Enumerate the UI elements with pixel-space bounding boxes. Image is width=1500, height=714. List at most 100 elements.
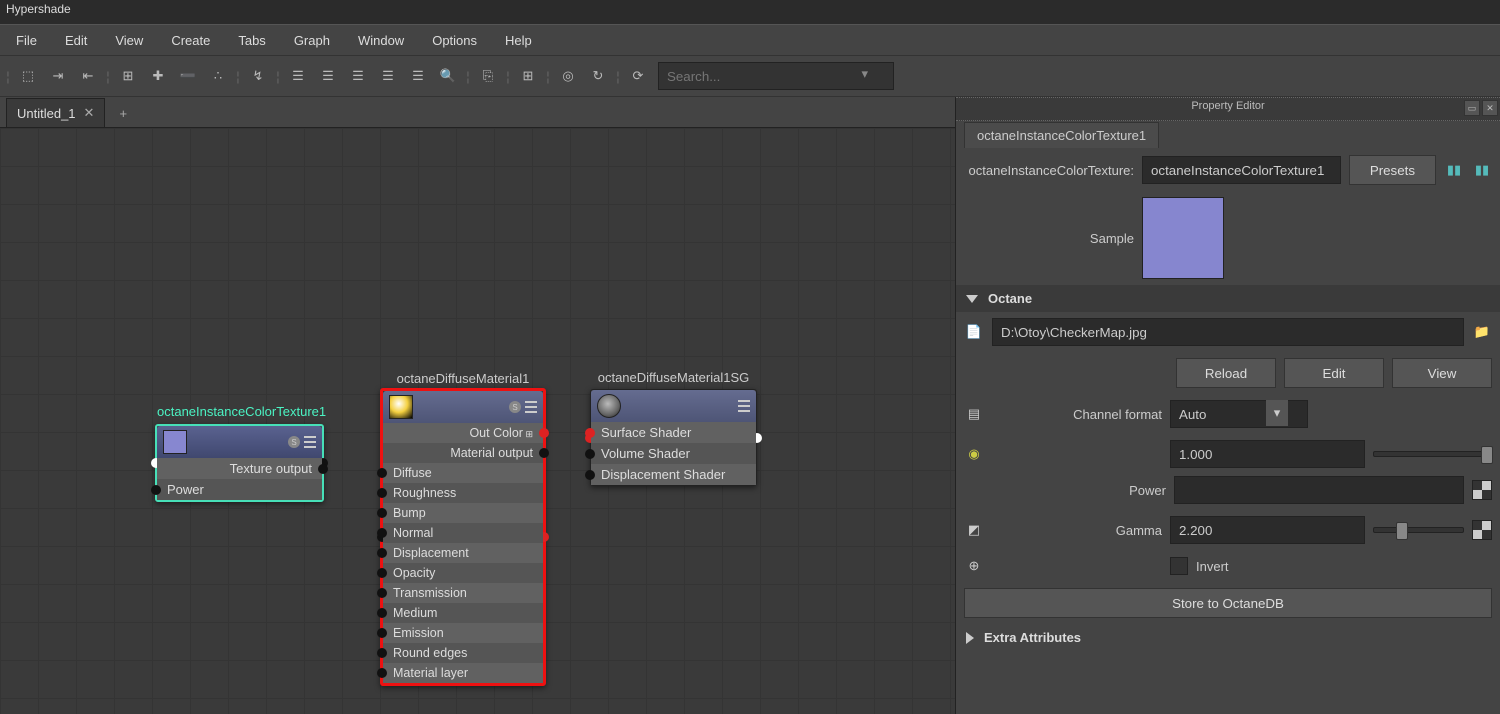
port[interactable] <box>585 428 595 438</box>
port[interactable] <box>377 568 387 578</box>
dropdown-icon[interactable]: ▾ <box>861 66 868 82</box>
gamma-icon[interactable]: ◩ <box>964 520 984 540</box>
port[interactable] <box>377 648 387 658</box>
menu-options[interactable]: Options <box>418 27 491 54</box>
search-input[interactable] <box>658 62 894 90</box>
tool-frame-out-icon[interactable]: ⇤ <box>74 62 102 90</box>
port[interactable] <box>377 548 387 558</box>
tool-layout5-icon[interactable]: ☰ <box>404 62 432 90</box>
port[interactable] <box>318 464 328 474</box>
channel-icon[interactable]: ▤ <box>964 404 984 424</box>
menu-tabs[interactable]: Tabs <box>224 27 279 54</box>
key-icon[interactable]: ◉ <box>964 444 984 464</box>
section-extra[interactable]: Extra Attributes <box>956 624 1500 651</box>
node-row[interactable]: Power <box>157 479 322 500</box>
node-row[interactable]: Roughness <box>383 483 543 503</box>
tool-frame-icon[interactable]: ⬚ <box>14 62 42 90</box>
chevron-down-icon[interactable]: ▾ <box>1266 400 1288 426</box>
gamma-slider[interactable] <box>1373 527 1464 533</box>
invert-icon[interactable]: ⊕ <box>964 556 984 576</box>
port[interactable] <box>377 588 387 598</box>
port[interactable] <box>377 668 387 678</box>
node-diffuse-material[interactable]: octaneDiffuseMaterial1 S Out Color ⊞ Mat… <box>380 388 546 686</box>
tool-sync-icon[interactable]: ⟳ <box>624 62 652 90</box>
file-icon[interactable]: 📄 <box>964 322 984 342</box>
node-row[interactable]: Texture output <box>157 458 322 479</box>
node-row[interactable]: Displacement <box>383 543 543 563</box>
node-row[interactable]: Transmission <box>383 583 543 603</box>
close-icon[interactable]: ✕ <box>1482 100 1498 116</box>
solo-icon[interactable]: S <box>509 401 521 413</box>
tool-layout4-icon[interactable]: ☰ <box>374 62 402 90</box>
sample-swatch[interactable] <box>1142 197 1224 279</box>
invert-checkbox[interactable] <box>1170 557 1188 575</box>
view-button[interactable]: View <box>1392 358 1492 388</box>
undock-icon[interactable]: ▭ <box>1464 100 1480 116</box>
presets-button[interactable]: Presets <box>1349 155 1436 185</box>
property-tab[interactable]: octaneInstanceColorTexture1 <box>964 122 1159 148</box>
menu-window[interactable]: Window <box>344 27 418 54</box>
node-row[interactable]: Opacity <box>383 563 543 583</box>
node-name-input[interactable] <box>1142 156 1341 184</box>
menu-icon[interactable] <box>304 436 316 448</box>
port[interactable] <box>585 470 595 480</box>
tool-remove-icon[interactable]: ➖ <box>174 62 202 90</box>
checker-icon[interactable] <box>1472 480 1492 500</box>
tool-scatter-icon[interactable]: ∴ <box>204 62 232 90</box>
node-row[interactable]: Normal <box>383 523 543 543</box>
node-row[interactable]: Material layer <box>383 663 543 683</box>
port[interactable] <box>539 428 549 438</box>
hide-icon[interactable]: ▮▮ <box>1472 160 1492 180</box>
filepath-input[interactable] <box>992 318 1464 346</box>
gamma-value-input[interactable] <box>1170 516 1365 544</box>
node-header[interactable] <box>591 390 756 422</box>
menu-icon[interactable] <box>738 400 750 412</box>
port[interactable] <box>377 528 387 538</box>
node-row[interactable]: Out Color ⊞ <box>383 423 543 443</box>
node-row[interactable]: Diffuse <box>383 463 543 483</box>
reload-button[interactable]: Reload <box>1176 358 1276 388</box>
node-canvas[interactable]: octaneInstanceColorTexture1 S Texture ou… <box>0 128 955 714</box>
node-row[interactable]: Round edges <box>383 643 543 663</box>
tool-grid-icon[interactable]: ⊞ <box>514 62 542 90</box>
tool-select-icon[interactable]: ⊞ <box>114 62 142 90</box>
tool-tag-icon[interactable]: ⎘ <box>474 62 502 90</box>
close-icon[interactable]: ✕ <box>84 105 95 121</box>
edit-button[interactable]: Edit <box>1284 358 1384 388</box>
power-slider[interactable] <box>1373 451 1492 457</box>
port[interactable] <box>377 508 387 518</box>
tool-add-icon[interactable]: ✚ <box>144 62 172 90</box>
menu-view[interactable]: View <box>101 27 157 54</box>
tool-refresh-icon[interactable]: ↻ <box>584 62 612 90</box>
tool-search-icon[interactable]: 🔍 <box>434 62 462 90</box>
tool-layout1-icon[interactable]: ☰ <box>284 62 312 90</box>
node-instance-color-texture[interactable]: octaneInstanceColorTexture1 S Texture ou… <box>155 424 324 502</box>
node-row[interactable]: Displacement Shader <box>591 464 756 485</box>
add-tab-button[interactable]: + <box>105 100 141 127</box>
port[interactable] <box>377 488 387 498</box>
store-button[interactable]: Store to OctaneDB <box>964 588 1492 618</box>
port[interactable] <box>585 449 595 459</box>
checker-icon[interactable] <box>1472 520 1492 540</box>
node-row[interactable]: Volume Shader <box>591 443 756 464</box>
section-octane[interactable]: Octane <box>956 285 1500 312</box>
port[interactable] <box>539 448 549 458</box>
tab-untitled[interactable]: Untitled_1 ✕ <box>6 98 105 127</box>
power-value-input[interactable] <box>1170 440 1365 468</box>
node-row[interactable]: Emission <box>383 623 543 643</box>
menu-create[interactable]: Create <box>157 27 224 54</box>
tool-connect-icon[interactable]: ↯ <box>244 62 272 90</box>
node-header[interactable]: S <box>383 391 543 423</box>
node-row[interactable]: Bump <box>383 503 543 523</box>
port[interactable] <box>377 608 387 618</box>
node-row[interactable]: Medium <box>383 603 543 623</box>
tool-snap-icon[interactable]: ◎ <box>554 62 582 90</box>
power-color-input[interactable] <box>1174 476 1464 504</box>
port[interactable] <box>377 468 387 478</box>
menu-edit[interactable]: Edit <box>51 27 101 54</box>
menu-graph[interactable]: Graph <box>280 27 344 54</box>
menu-help[interactable]: Help <box>491 27 546 54</box>
node-row[interactable]: Material output <box>383 443 543 463</box>
show-icon[interactable]: ▮▮ <box>1444 160 1464 180</box>
menu-file[interactable]: File <box>2 27 51 54</box>
